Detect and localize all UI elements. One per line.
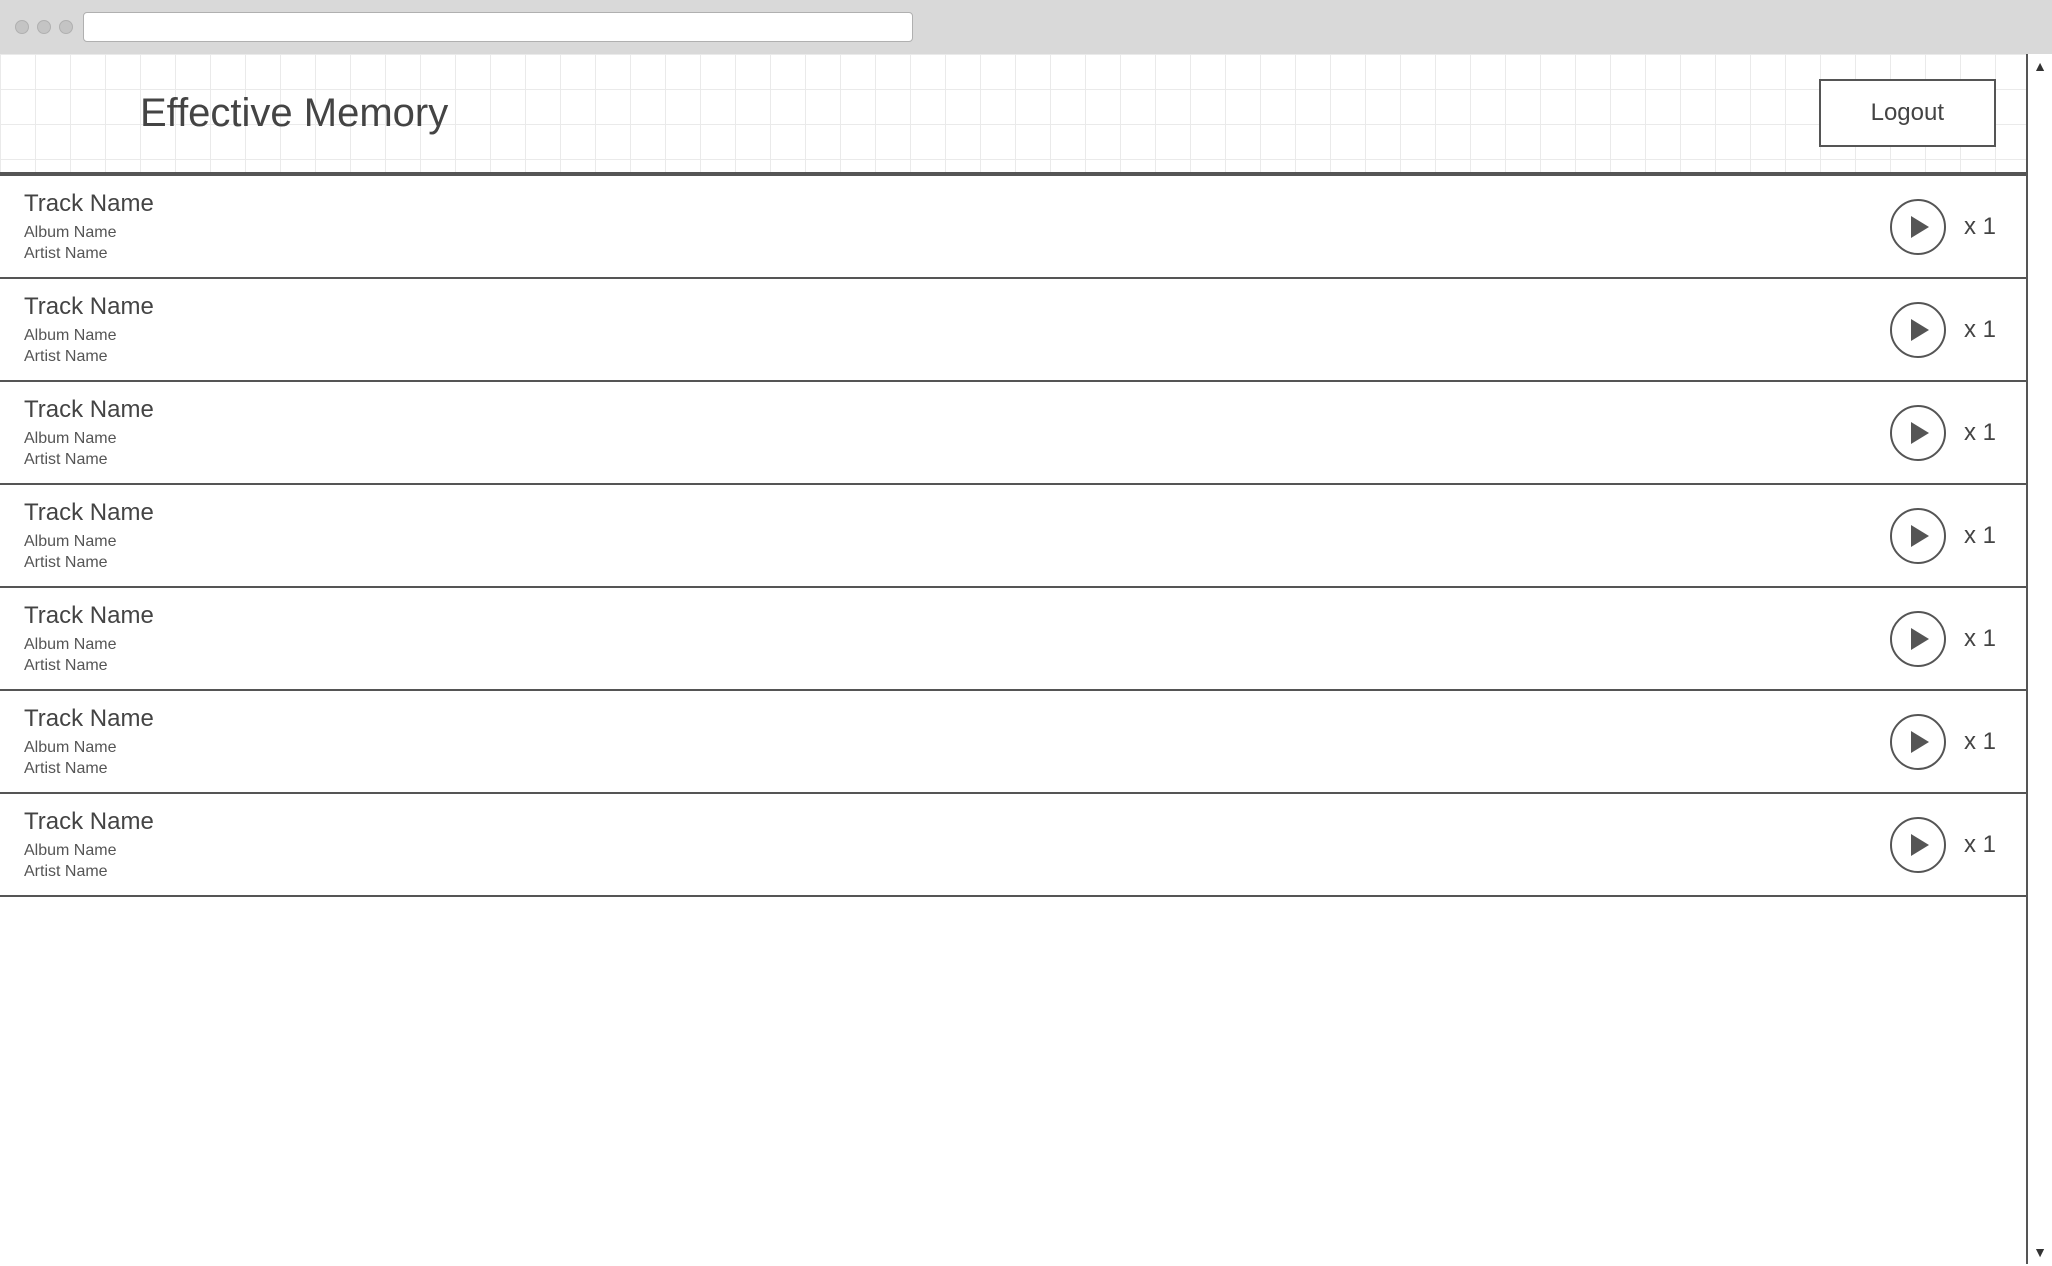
play-count-label: x 1 — [1964, 419, 1996, 447]
window-minimize-dot[interactable] — [37, 20, 51, 34]
track-name-label: Track Name — [24, 396, 154, 424]
track-actions: x 1 — [1890, 405, 1996, 461]
track-name-label: Track Name — [24, 499, 154, 527]
track-row: Track Name Album Name Artist Name x 1 — [0, 279, 2026, 382]
track-name-label: Track Name — [24, 602, 154, 630]
track-info: Track Name Album Name Artist Name — [24, 293, 154, 366]
header: Effective Memory Logout — [0, 54, 2026, 174]
track-info: Track Name Album Name Artist Name — [24, 499, 154, 572]
artist-name-label: Artist Name — [24, 657, 154, 675]
play-count-label: x 1 — [1964, 625, 1996, 653]
scrollbar[interactable]: ▲ ▼ — [2026, 54, 2052, 1264]
window-controls — [15, 20, 73, 34]
track-row: Track Name Album Name Artist Name x 1 — [0, 588, 2026, 691]
play-count-label: x 1 — [1964, 213, 1996, 241]
play-count-label: x 1 — [1964, 522, 1996, 550]
play-count-label: x 1 — [1964, 728, 1996, 756]
track-info: Track Name Album Name Artist Name — [24, 808, 154, 881]
track-info: Track Name Album Name Artist Name — [24, 190, 154, 263]
album-name-label: Album Name — [24, 842, 154, 860]
track-actions: x 1 — [1890, 714, 1996, 770]
artist-name-label: Artist Name — [24, 451, 154, 469]
play-count-label: x 1 — [1964, 316, 1996, 344]
track-actions: x 1 — [1890, 817, 1996, 873]
album-name-label: Album Name — [24, 636, 154, 654]
track-name-label: Track Name — [24, 808, 154, 836]
play-icon — [1911, 731, 1929, 753]
play-icon — [1911, 834, 1929, 856]
play-icon — [1911, 319, 1929, 341]
artist-name-label: Artist Name — [24, 760, 154, 778]
play-button[interactable] — [1890, 302, 1946, 358]
logout-button[interactable]: Logout — [1819, 79, 1996, 147]
scroll-up-arrow-icon[interactable]: ▲ — [2028, 54, 2052, 78]
play-button[interactable] — [1890, 817, 1946, 873]
track-list: Track Name Album Name Artist Name x 1 Tr… — [0, 174, 2026, 897]
track-row: Track Name Album Name Artist Name x 1 — [0, 485, 2026, 588]
album-name-label: Album Name — [24, 224, 154, 242]
window-close-dot[interactable] — [15, 20, 29, 34]
artist-name-label: Artist Name — [24, 348, 154, 366]
artist-name-label: Artist Name — [24, 863, 154, 881]
play-button[interactable] — [1890, 508, 1946, 564]
window-maximize-dot[interactable] — [59, 20, 73, 34]
track-actions: x 1 — [1890, 302, 1996, 358]
album-name-label: Album Name — [24, 327, 154, 345]
album-name-label: Album Name — [24, 430, 154, 448]
track-info: Track Name Album Name Artist Name — [24, 602, 154, 675]
track-actions: x 1 — [1890, 508, 1996, 564]
play-icon — [1911, 216, 1929, 238]
play-button[interactable] — [1890, 405, 1946, 461]
track-name-label: Track Name — [24, 705, 154, 733]
track-row: Track Name Album Name Artist Name x 1 — [0, 794, 2026, 897]
play-count-label: x 1 — [1964, 831, 1996, 859]
track-row: Track Name Album Name Artist Name x 1 — [0, 382, 2026, 485]
artist-name-label: Artist Name — [24, 245, 154, 263]
scroll-down-arrow-icon[interactable]: ▼ — [2028, 1240, 2052, 1264]
artist-name-label: Artist Name — [24, 554, 154, 572]
scroll-track[interactable] — [2028, 78, 2052, 1240]
track-name-label: Track Name — [24, 293, 154, 321]
album-name-label: Album Name — [24, 533, 154, 551]
track-actions: x 1 — [1890, 199, 1996, 255]
browser-chrome — [0, 0, 2052, 54]
play-button[interactable] — [1890, 714, 1946, 770]
track-info: Track Name Album Name Artist Name — [24, 705, 154, 778]
play-icon — [1911, 525, 1929, 547]
app-title: Effective Memory — [140, 91, 448, 136]
track-name-label: Track Name — [24, 190, 154, 218]
track-row: Track Name Album Name Artist Name x 1 — [0, 174, 2026, 279]
main-content: Effective Memory Logout Track Name Album… — [0, 54, 2026, 1264]
play-button[interactable] — [1890, 199, 1946, 255]
track-row: Track Name Album Name Artist Name x 1 — [0, 691, 2026, 794]
track-actions: x 1 — [1890, 611, 1996, 667]
track-info: Track Name Album Name Artist Name — [24, 396, 154, 469]
play-icon — [1911, 628, 1929, 650]
play-icon — [1911, 422, 1929, 444]
play-button[interactable] — [1890, 611, 1946, 667]
album-name-label: Album Name — [24, 739, 154, 757]
url-bar[interactable] — [83, 12, 913, 42]
